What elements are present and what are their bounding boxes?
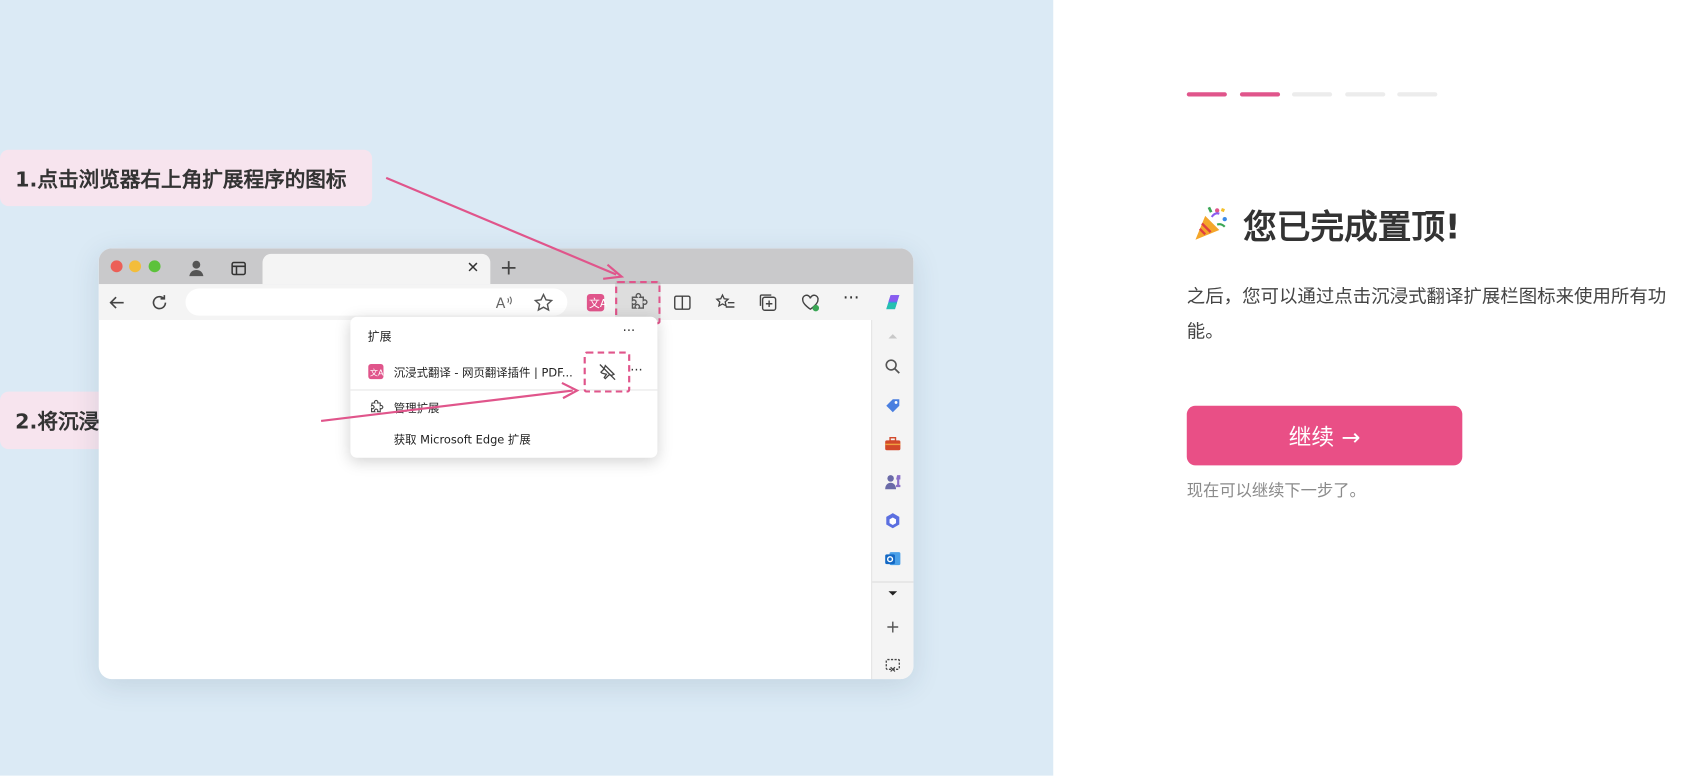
collections-icon bbox=[759, 294, 777, 311]
favorite-star-icon bbox=[533, 292, 554, 312]
sidebar-divider bbox=[872, 581, 914, 583]
continue-button[interactable]: 继续 → bbox=[1186, 405, 1463, 466]
address-bar: A bbox=[185, 288, 568, 316]
completion-description: 之后，您可以通过点击沉浸式翻译扩展栏图标来使用所有功能。 bbox=[1186, 286, 1667, 343]
step-progress bbox=[1186, 92, 1447, 97]
next-step-hint: 现在可以继续下一步了。 bbox=[1186, 480, 1366, 501]
close-window-dot bbox=[110, 260, 123, 273]
progress-step-4 bbox=[1345, 92, 1386, 97]
completion-heading: 您已完成置顶! bbox=[1191, 202, 1461, 247]
outlook-icon bbox=[885, 552, 901, 566]
extensions-menu-more-icon: ··· bbox=[622, 323, 636, 339]
immersive-translate-icon: 文A bbox=[368, 363, 384, 380]
profile-icon bbox=[189, 260, 204, 277]
read-aloud-icon: A bbox=[496, 296, 512, 312]
svg-text:文A: 文A bbox=[589, 296, 606, 310]
settings-more-icon: ··· bbox=[842, 287, 860, 309]
tools-toolbox-icon bbox=[885, 437, 901, 451]
browser-mockup: ✕ + A 文A ··· bbox=[98, 248, 914, 680]
shopping-tag-icon bbox=[886, 399, 900, 413]
manage-extensions-item: 管理扩展 bbox=[350, 394, 657, 422]
tab-close-icon: ✕ bbox=[466, 259, 480, 277]
page-title: 您已完成置顶! bbox=[1243, 207, 1461, 247]
search-icon bbox=[885, 359, 900, 374]
progress-step-2 bbox=[1239, 92, 1281, 97]
browser-sidebar bbox=[871, 320, 914, 680]
microsoft365-icon bbox=[886, 513, 900, 529]
get-edge-extensions-label: 获取 Microsoft Edge 扩展 bbox=[393, 433, 531, 447]
active-tab: ✕ bbox=[262, 253, 491, 285]
sidebar-scroll-up-icon bbox=[888, 334, 898, 339]
continue-button-label: 继续 → bbox=[1288, 423, 1361, 450]
screenshot-icon bbox=[885, 658, 900, 672]
back-icon bbox=[109, 296, 124, 309]
get-edge-extensions-item: 获取 Microsoft Edge 扩展 bbox=[350, 425, 657, 453]
pin-button-highlight bbox=[583, 351, 631, 393]
progress-step-1 bbox=[1186, 92, 1227, 97]
svg-text:文A: 文A bbox=[370, 367, 384, 377]
manage-extensions-label: 管理扩展 bbox=[393, 402, 440, 416]
extensions-menu-title: 扩展 bbox=[367, 329, 392, 344]
favorites-list-icon bbox=[715, 293, 735, 308]
puzzle-icon bbox=[370, 400, 384, 413]
step-1-callout: 1.点击浏览器右上角扩展程序的图标 bbox=[0, 149, 373, 207]
svg-text:A: A bbox=[496, 296, 506, 312]
party-popper-icon bbox=[1195, 206, 1227, 240]
browser-toolbar: A 文A ··· bbox=[98, 284, 914, 321]
step-1-text: 1.点击浏览器右上角扩展程序的图标 bbox=[15, 167, 347, 192]
refresh-icon bbox=[152, 295, 167, 310]
tab-bar: ✕ + bbox=[98, 248, 914, 285]
maximize-window-dot bbox=[148, 260, 161, 273]
split-screen-icon bbox=[674, 295, 691, 310]
extension-item-more-icon: ··· bbox=[630, 362, 643, 378]
games-icon bbox=[885, 475, 901, 490]
tab-actions-icon bbox=[231, 261, 246, 276]
minimize-window-dot bbox=[129, 260, 142, 273]
progress-step-3 bbox=[1291, 92, 1333, 97]
illustration-panel: 1.点击浏览器右上角扩展程序的图标 2.将沉浸式翻译固定到工具栏 ✕ + bbox=[0, 0, 1054, 776]
immersive-translate-toolbar-icon: 文A bbox=[586, 293, 606, 312]
sidebar-scroll-down-icon bbox=[888, 591, 898, 596]
copilot-icon bbox=[886, 295, 900, 310]
onboarding-panel: 您已完成置顶! 之后，您可以通过点击沉浸式翻译扩展栏图标来使用所有功能。 继续 … bbox=[1053, 0, 1701, 776]
add-sidebar-app-icon bbox=[887, 621, 899, 633]
progress-step-5 bbox=[1397, 92, 1438, 97]
new-tab-icon: + bbox=[499, 253, 518, 280]
extension-item-label: 沉浸式翻译 - 网页翻译插件 | PDF... bbox=[393, 366, 573, 380]
browser-essentials-icon bbox=[802, 294, 820, 312]
